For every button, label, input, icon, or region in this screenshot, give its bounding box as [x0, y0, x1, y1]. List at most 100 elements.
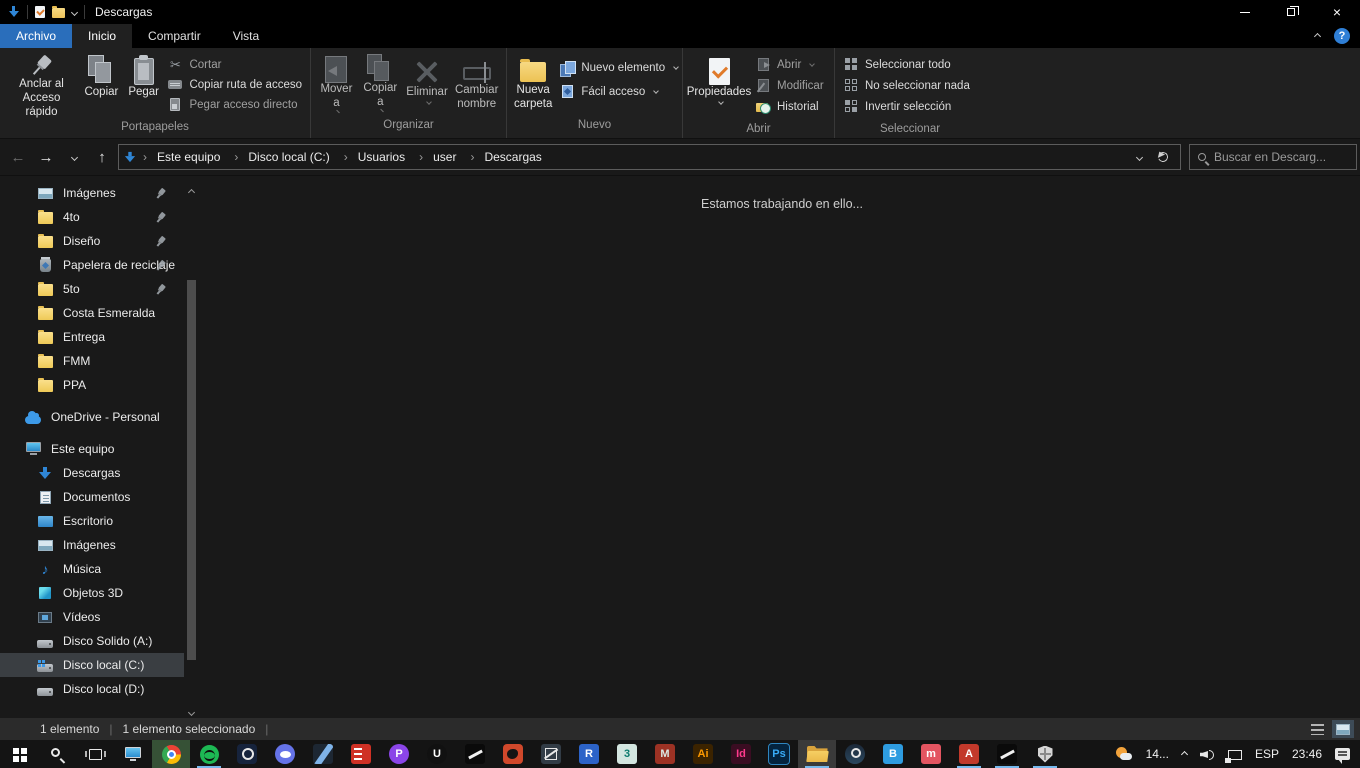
properties-button[interactable]: Propiedades — [687, 51, 751, 115]
tab-vista[interactable]: Vista — [217, 24, 275, 48]
taskbar-twinmotion[interactable] — [532, 740, 570, 768]
sidebar-item-entrega[interactable]: Entrega — [0, 325, 184, 349]
breadcrumb-disco-local-c[interactable]: Disco local (C:) — [228, 147, 335, 167]
cut-button[interactable]: ✂Cortar — [167, 56, 302, 73]
sidebar-item-disco-local-c[interactable]: Disco local (C:) — [0, 653, 184, 677]
breadcrumb-descargas[interactable]: Descargas — [464, 147, 547, 167]
sidebar-item-descargas[interactable]: Descargas — [0, 461, 184, 485]
new-folder-qat-icon[interactable] — [52, 8, 65, 18]
details-view-button[interactable] — [1306, 720, 1328, 738]
volume-icon[interactable] — [1200, 748, 1215, 760]
paste-shortcut-button[interactable]: Pegar acceso directo — [167, 96, 302, 113]
taskbar-steam[interactable] — [836, 740, 874, 768]
taskbar-video-editor[interactable] — [304, 740, 342, 768]
address-dropdown-chevron-icon[interactable] — [1136, 153, 1143, 160]
network-icon[interactable] — [1228, 750, 1242, 760]
search-input[interactable] — [1214, 150, 1348, 164]
taskbar-bandicam[interactable]: B — [874, 740, 912, 768]
tab-archivo[interactable]: Archivo — [0, 24, 72, 48]
sidebar-item-imagenes-pinned[interactable]: Imágenes — [0, 181, 184, 205]
sidebar-item-este-equipo[interactable]: Este equipo — [0, 437, 184, 461]
taskbar-rhino[interactable] — [988, 740, 1026, 768]
sidebar-item-onedrive[interactable]: OneDrive - Personal — [0, 405, 184, 429]
taskbar-maya[interactable]: M — [646, 740, 684, 768]
history-button[interactable]: Historial — [755, 98, 824, 115]
breadcrumb-user[interactable]: user — [413, 147, 462, 167]
taskbar-security-shield[interactable] — [1026, 740, 1064, 768]
taskbar-remote-pc[interactable] — [114, 740, 152, 768]
taskbar-spotify[interactable] — [190, 740, 228, 768]
taskbar-photoshop[interactable]: Ps — [760, 740, 798, 768]
sidebar-item-diseno[interactable]: Diseño — [0, 229, 184, 253]
sidebar-item-5to[interactable]: 5to — [0, 277, 184, 301]
delete-button[interactable]: Eliminar — [403, 51, 452, 115]
taskbar-discord[interactable] — [266, 740, 304, 768]
breadcrumb-usuarios[interactable]: Usuarios — [338, 147, 411, 167]
properties-qat-icon[interactable] — [35, 6, 45, 18]
copy-to-button[interactable]: Copiar a — [358, 51, 403, 115]
new-item-button[interactable]: Nuevo elemento — [559, 59, 678, 76]
scroll-up-chevron-icon[interactable] — [189, 182, 197, 190]
recent-locations-chevron-icon[interactable] — [60, 144, 88, 170]
taskbar-chrome[interactable] — [152, 740, 190, 768]
large-icons-view-button[interactable] — [1332, 720, 1354, 738]
taskbar-red-stripes-app[interactable] — [342, 740, 380, 768]
breadcrumb-este-equipo[interactable]: Este equipo — [137, 147, 226, 167]
scroll-down-chevron-icon[interactable] — [189, 702, 197, 710]
up-button[interactable]: ↑ — [88, 144, 116, 170]
taskbar-sketch-app[interactable] — [456, 740, 494, 768]
taskbar-3ds-max[interactable]: 3 — [608, 740, 646, 768]
invert-selection-button[interactable]: Invertir selección — [843, 98, 970, 115]
close-button[interactable]: × — [1314, 0, 1360, 24]
pin-to-quick-access-button[interactable]: Anclar al Acceso rápido — [4, 51, 79, 115]
easy-access-button[interactable]: Fácil acceso — [559, 83, 678, 100]
taskbar-medibang[interactable]: m — [912, 740, 950, 768]
select-all-button[interactable]: Seleccionar todo — [843, 56, 970, 73]
new-folder-button[interactable]: Nueva carpeta — [511, 51, 555, 115]
taskbar-purple-p-app[interactable]: P — [380, 740, 418, 768]
taskbar-revit[interactable]: R — [570, 740, 608, 768]
taskbar-indesign[interactable]: Id — [722, 740, 760, 768]
tray-overflow-chevron-icon[interactable] — [1181, 750, 1188, 757]
help-icon[interactable]: ? — [1334, 28, 1350, 44]
paste-button[interactable]: Pegar — [124, 51, 164, 115]
sidebar-item-4to[interactable]: 4to — [0, 205, 184, 229]
sidebar-item-documentos[interactable]: Documentos — [0, 485, 184, 509]
taskbar-unreal-engine[interactable]: U — [418, 740, 456, 768]
taskbar-webcam-app[interactable] — [228, 740, 266, 768]
back-button[interactable]: ← — [4, 144, 32, 170]
select-none-button[interactable]: No seleccionar nada — [843, 77, 970, 94]
file-list-pane[interactable]: Estamos trabajando en ello... — [204, 176, 1360, 718]
tab-compartir[interactable]: Compartir — [132, 24, 217, 48]
temperature-text[interactable]: 14... — [1146, 747, 1169, 761]
taskbar-search-button[interactable] — [38, 740, 76, 768]
copy-path-button[interactable]: Copiar ruta de acceso — [167, 76, 302, 93]
copy-button[interactable]: Copiar — [79, 51, 124, 115]
sidebar-item-videos[interactable]: Vídeos — [0, 605, 184, 629]
collapse-ribbon-icon[interactable] — [1314, 32, 1321, 39]
move-to-button[interactable]: Mover a — [315, 51, 358, 115]
weather-icon[interactable] — [1115, 746, 1133, 762]
notification-center-icon[interactable] — [1335, 748, 1350, 760]
refresh-icon[interactable] — [1157, 151, 1170, 164]
sidebar-item-disco-solido-a[interactable]: Disco Solido (A:) — [0, 629, 184, 653]
sidebar-item-imagenes[interactable]: Imágenes — [0, 533, 184, 557]
clock[interactable]: 23:46 — [1292, 747, 1322, 761]
task-view-button[interactable] — [76, 740, 114, 768]
tab-inicio[interactable]: Inicio — [72, 24, 132, 48]
minimize-button[interactable] — [1222, 0, 1268, 24]
open-button[interactable]: Abrir — [755, 56, 824, 73]
sidebar-item-objetos-3d[interactable]: Objetos 3D — [0, 581, 184, 605]
address-bar[interactable]: Este equipo Disco local (C:) Usuarios us… — [118, 144, 1181, 170]
customize-qat-chevron-icon[interactable] — [71, 8, 78, 15]
sidebar-scrollbar[interactable] — [187, 280, 196, 660]
sidebar-item-disco-local-d[interactable]: Disco local (D:) — [0, 677, 184, 701]
sidebar-item-fmm[interactable]: FMM — [0, 349, 184, 373]
sidebar-item-musica[interactable]: ♪Música — [0, 557, 184, 581]
input-language[interactable]: ESP — [1255, 747, 1279, 761]
taskbar-illustrator[interactable]: Ai — [684, 740, 722, 768]
sidebar-item-costa-esmeralda[interactable]: Costa Esmeralda — [0, 301, 184, 325]
sidebar-item-escritorio[interactable]: Escritorio — [0, 509, 184, 533]
restore-button[interactable] — [1268, 0, 1314, 24]
taskbar-file-explorer[interactable] — [798, 740, 836, 768]
